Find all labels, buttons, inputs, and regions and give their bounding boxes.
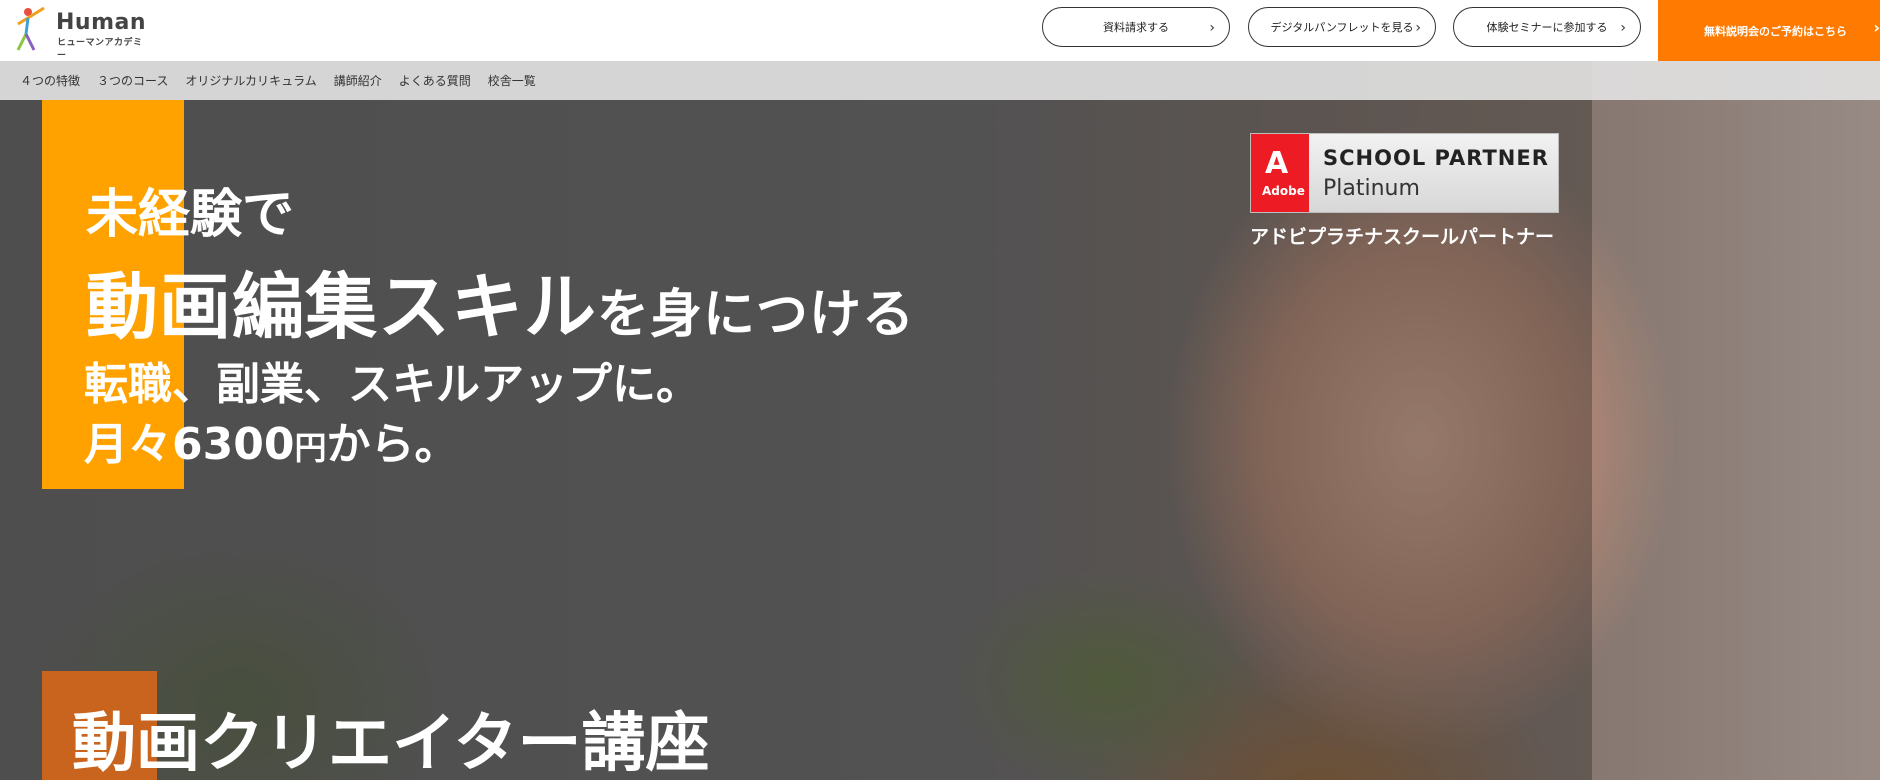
- free-briefing-reserve-label: 無料説明会のご予約はこちら: [1704, 24, 1847, 38]
- logo-subtitle: ヒューマンアカデミー: [57, 38, 143, 61]
- adobe-partner-badge: A Adobe SCHOOL PARTNER Platinum: [1250, 133, 1559, 213]
- badge-caption: アドビプラチナスクールパートナー: [1250, 226, 1555, 248]
- hero-right-panel: [1592, 61, 1880, 780]
- course-title: 動画クリエイター講座: [72, 707, 710, 780]
- trial-seminar-button[interactable]: 体験セミナーに参加する ›: [1453, 7, 1641, 47]
- badge-title: SCHOOL PARTNER: [1323, 146, 1549, 170]
- request-materials-label: 資料請求する: [1103, 21, 1169, 34]
- subnav-item-faq[interactable]: よくある質問: [399, 72, 471, 89]
- price-amount: 月々6300: [84, 419, 295, 470]
- adobe-logo: A Adobe: [1251, 134, 1309, 212]
- request-materials-button[interactable]: 資料請求する ›: [1042, 7, 1230, 47]
- sub-navigation: ４つの特徴 ３つのコース オリジナルカリキュラム 講師紹介 よくある質問 校舎一…: [0, 61, 1880, 100]
- free-briefing-reserve-button[interactable]: 無料説明会のご予約はこちら ›: [1658, 0, 1880, 61]
- price-yen: 円: [294, 429, 327, 467]
- hero-headline-tail: を身につける: [597, 285, 916, 345]
- logo[interactable]: Human ヒューマンアカデミー: [14, 4, 147, 61]
- chevron-right-icon: ›: [1415, 20, 1421, 36]
- hero-price-line: 月々6300円から。: [84, 408, 458, 472]
- hero-headline-main: 動画編集スキル: [86, 265, 598, 349]
- subnav-item-features[interactable]: ４つの特徴: [20, 72, 80, 89]
- digital-pamphlet-button[interactable]: デジタルパンフレットを見る ›: [1248, 7, 1436, 47]
- price-suffix: から。: [326, 419, 459, 470]
- subnav-item-instructors[interactable]: 講師紹介: [334, 72, 382, 89]
- digital-pamphlet-label: デジタルパンフレットを見る: [1270, 21, 1414, 34]
- hero-subline: 転職、副業、スキルアップに。: [84, 359, 700, 410]
- hero-headline-line2: 動画編集スキルを身につける: [86, 248, 915, 353]
- chevron-right-icon: ›: [1620, 20, 1626, 36]
- human-figure-icon: [16, 6, 45, 51]
- adobe-a-icon: A: [1265, 146, 1289, 181]
- site-header: Human ヒューマンアカデミー 資料請求する › デジタルパンフレットを見る …: [0, 0, 1880, 61]
- trial-seminar-label: 体験セミナーに参加する: [1486, 21, 1608, 34]
- subnav-item-courses[interactable]: ３つのコース: [97, 72, 168, 89]
- adobe-wordmark: Adobe: [1262, 184, 1305, 198]
- hero-headline-line1: 未経験で: [86, 185, 295, 245]
- subnav-item-campuses[interactable]: 校舎一覧: [488, 72, 536, 89]
- chevron-right-icon: ›: [1873, 18, 1880, 37]
- logo-name: Human: [56, 10, 147, 35]
- badge-level: Platinum: [1323, 176, 1420, 201]
- chevron-right-icon: ›: [1209, 20, 1215, 36]
- subnav-item-curriculum[interactable]: オリジナルカリキュラム: [185, 72, 316, 89]
